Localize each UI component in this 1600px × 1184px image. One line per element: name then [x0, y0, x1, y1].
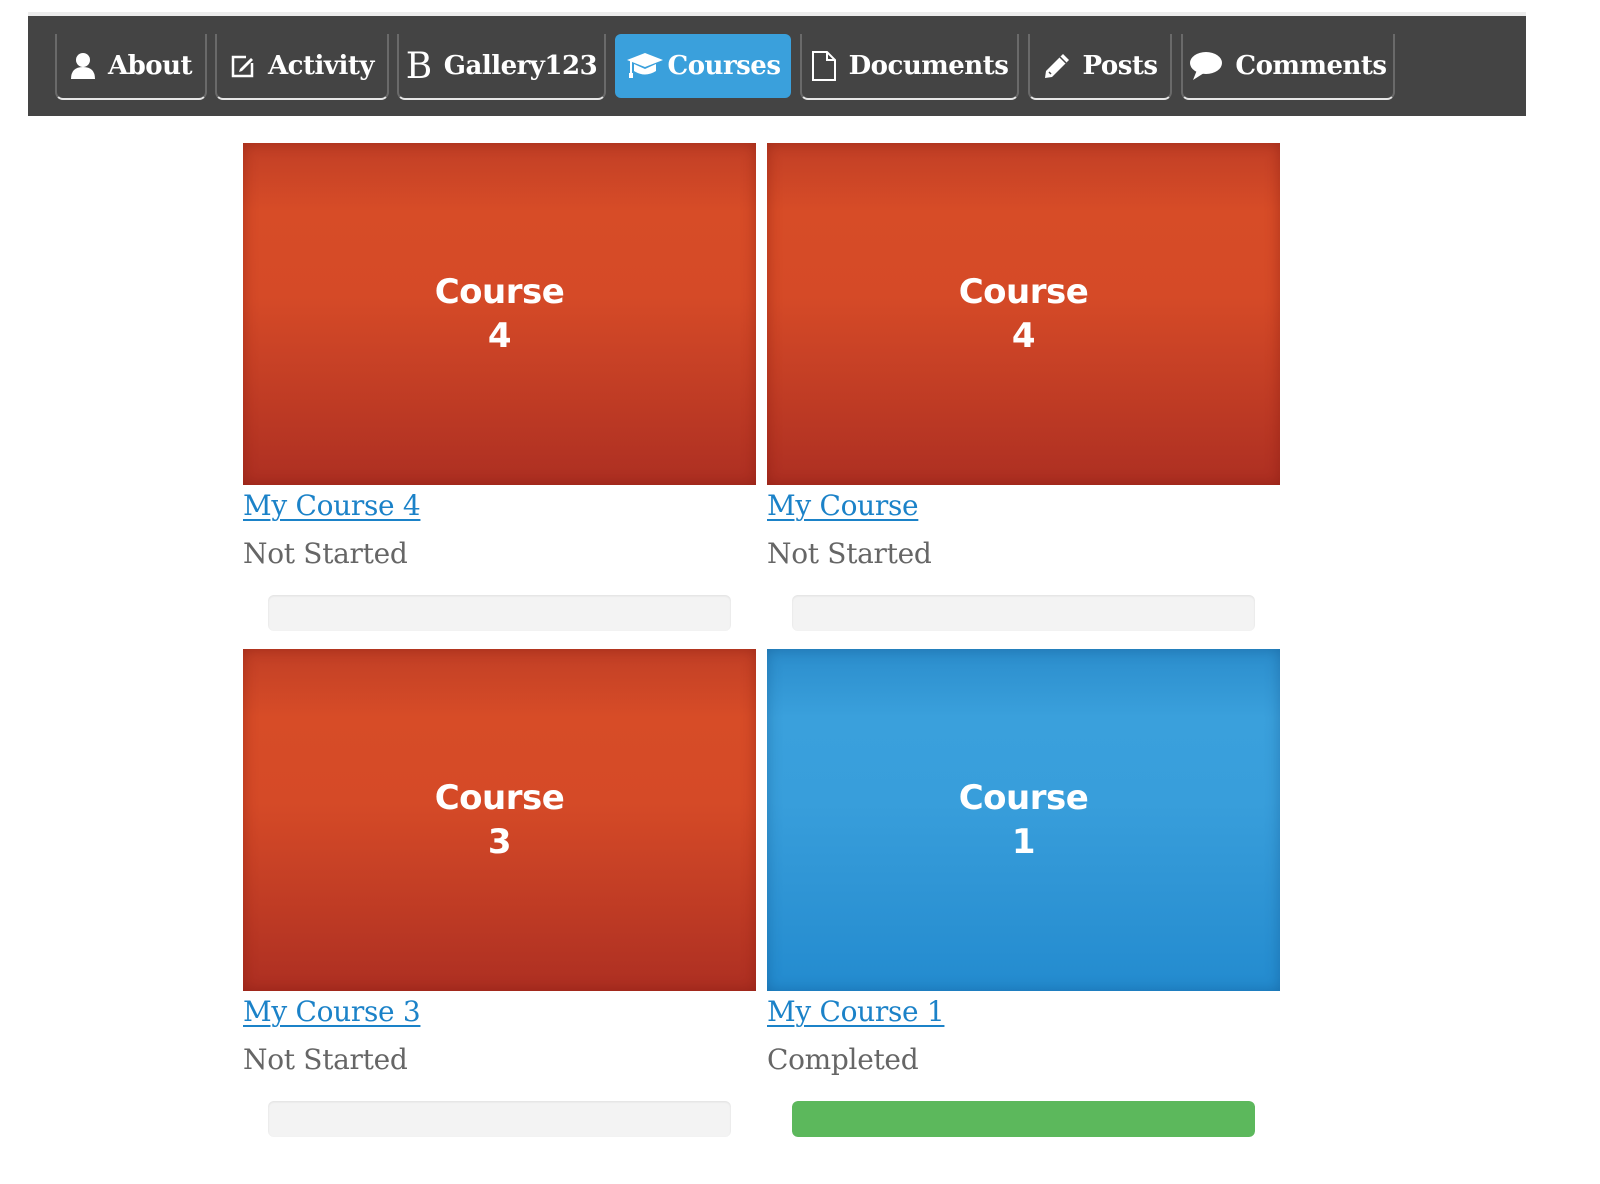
tab-comments[interactable]: Comments [1181, 34, 1395, 100]
tab-documents[interactable]: Documents [800, 34, 1019, 100]
tab-label: Activity [268, 51, 375, 81]
thumbnail-title: Course [434, 778, 565, 818]
tab-label: Documents [848, 51, 1009, 81]
b-letter-icon: B [405, 45, 432, 87]
thumbnail-title: Course [434, 272, 565, 312]
progress-fill [792, 1101, 1255, 1137]
course-thumbnail[interactable]: Course 4 [243, 143, 756, 485]
profile-tab-bar: About Activity B Gallery123 Courses Docu… [28, 16, 1526, 116]
course-status: Completed [767, 1043, 919, 1076]
tab-label: Courses [667, 51, 781, 81]
thumbnail-title: Course [958, 272, 1089, 312]
course-status: Not Started [243, 537, 408, 570]
course-thumbnail[interactable]: Course 4 [767, 143, 1280, 485]
tab-posts[interactable]: Posts [1028, 34, 1172, 100]
comment-icon [1189, 51, 1223, 81]
thumbnail-number: 3 [487, 822, 512, 862]
edit-icon [230, 53, 256, 79]
course-thumbnail[interactable]: Course 3 [243, 649, 756, 991]
tab-gallery[interactable]: B Gallery123 [397, 34, 606, 100]
thumbnail-number: 1 [1011, 822, 1036, 862]
graduation-cap-icon [626, 51, 664, 81]
course-title-link[interactable]: My Course 4 [243, 489, 421, 522]
tab-about[interactable]: About [55, 34, 207, 100]
tab-label: Comments [1235, 51, 1387, 81]
course-title-link[interactable]: My Course [767, 489, 919, 522]
tab-label: About [107, 51, 193, 81]
course-status: Not Started [243, 1043, 408, 1076]
course-status: Not Started [767, 537, 932, 570]
course-title-link[interactable]: My Course 3 [243, 995, 421, 1028]
tab-activity[interactable]: Activity [215, 34, 389, 100]
thumbnail-title: Course [958, 778, 1089, 818]
thumbnail-number: 4 [487, 316, 512, 356]
course-title-link[interactable]: My Course 1 [767, 995, 945, 1028]
tab-label: Gallery123 [443, 51, 598, 81]
course-progress-bar [792, 1101, 1255, 1137]
course-progress-bar [792, 595, 1255, 631]
course-progress-bar [268, 1101, 731, 1137]
tab-courses[interactable]: Courses [615, 34, 791, 98]
thumbnail-number: 4 [1011, 316, 1036, 356]
user-icon [70, 52, 96, 80]
course-thumbnail[interactable]: Course 1 [767, 649, 1280, 991]
tab-label: Posts [1082, 51, 1158, 81]
document-icon [811, 50, 837, 82]
pencil-icon [1043, 52, 1071, 80]
course-progress-bar [268, 595, 731, 631]
